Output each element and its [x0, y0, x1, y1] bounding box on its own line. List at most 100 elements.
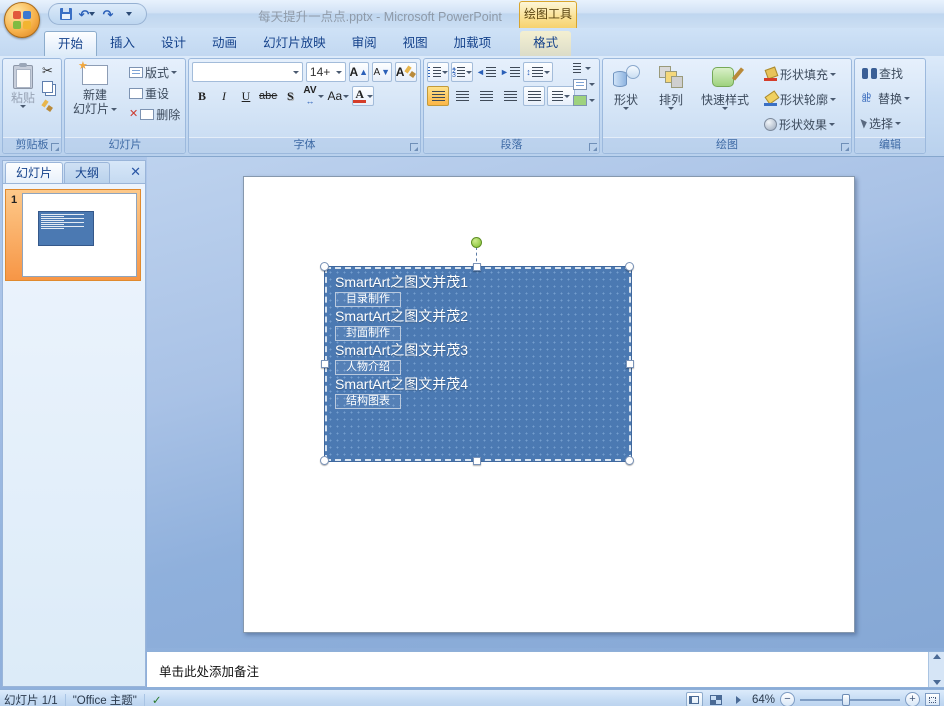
slideshow-button[interactable] [730, 692, 747, 706]
zoom-in-button[interactable]: + [905, 692, 920, 706]
tab-format[interactable]: 格式 [520, 31, 572, 56]
spellcheck-icon[interactable]: ✓ [152, 693, 162, 706]
find-button[interactable]: 查找 [858, 63, 922, 83]
replace-button[interactable]: ab ac 替换 [858, 88, 922, 108]
shape-outline-button[interactable]: 形状轮廓 [760, 89, 840, 109]
resize-handle-right[interactable] [626, 360, 634, 368]
increase-indent-button[interactable]: ► [499, 62, 521, 82]
smartart-line-sub[interactable]: 人物介绍 [335, 360, 401, 375]
zoom-slider[interactable] [800, 693, 900, 706]
resize-handle-left[interactable] [321, 360, 329, 368]
text-shadow-button[interactable]: S [280, 86, 300, 106]
tab-addins[interactable]: 加载项 [441, 31, 505, 56]
grow-font-button[interactable]: A ▲ [348, 62, 369, 82]
tab-insert[interactable]: 插入 [97, 31, 148, 56]
quick-styles-button[interactable]: 快速样式 [696, 62, 754, 137]
redo-button[interactable]: ↷ [99, 5, 117, 23]
shape-fill-button[interactable]: 形状填充 [760, 64, 840, 84]
delete-slide-button[interactable]: ✕ 删除 [125, 104, 184, 124]
tab-view[interactable]: 视图 [390, 31, 441, 56]
smartart-line-sub[interactable]: 目录制作 [335, 292, 401, 307]
smartart-line-sub[interactable]: 结构图表 [335, 394, 401, 409]
select-button[interactable]: 选择 [858, 113, 922, 133]
notes-panel[interactable]: 单击此处添加备注 [147, 651, 944, 688]
fit-to-window-button[interactable] [925, 693, 940, 706]
resize-handle-top-right[interactable] [625, 262, 634, 271]
new-slide-button[interactable]: 新建 幻灯片 [68, 59, 122, 137]
justify-button[interactable] [499, 86, 521, 106]
align-right-button[interactable] [475, 86, 497, 106]
tab-outline[interactable]: 大纲 [64, 162, 111, 183]
format-painter-icon[interactable] [42, 100, 54, 112]
underline-button[interactable]: U [236, 86, 256, 106]
smartart-line-title[interactable]: SmartArt之图文并茂3 [335, 342, 629, 359]
italic-button[interactable]: I [214, 86, 234, 106]
office-button[interactable] [4, 2, 40, 38]
copy-icon[interactable] [42, 81, 54, 93]
character-spacing-button[interactable]: AV ↔ [302, 86, 324, 106]
smartart-line-title[interactable]: SmartArt之图文并茂2 [335, 308, 629, 325]
resize-handle-bottom[interactable] [473, 457, 481, 465]
line-spacing-button[interactable]: ↕ [523, 62, 553, 82]
zoom-slider-thumb[interactable] [842, 693, 850, 706]
customize-qat-button[interactable] [120, 5, 138, 23]
reset-button[interactable]: 重设 [125, 83, 184, 103]
tab-review[interactable]: 审阅 [339, 31, 390, 56]
decrease-indent-button[interactable]: ◄ [475, 62, 497, 82]
align-left-button[interactable] [427, 86, 449, 106]
arrange-button[interactable]: 排列 [652, 62, 690, 137]
clipboard-dialog-launcher[interactable] [51, 143, 59, 151]
tab-slides-thumbnails[interactable]: 幻灯片 [5, 162, 64, 183]
smartart-line-sub[interactable]: 封面制作 [335, 326, 401, 341]
numbering-button[interactable]: 1 2 3 [451, 62, 473, 82]
rotate-handle[interactable] [471, 237, 482, 248]
tab-animations[interactable]: 动画 [199, 31, 250, 56]
undo-button[interactable]: ↶ [78, 5, 96, 23]
smartart-line-title[interactable]: SmartArt之图文并茂4 [335, 376, 629, 393]
font-name-combo[interactable] [192, 62, 303, 82]
shapes-button[interactable]: 形状 [606, 62, 646, 137]
paste-button[interactable]: 粘贴 [6, 62, 40, 137]
strikethrough-button[interactable]: abe [258, 86, 278, 106]
shrink-font-button[interactable]: A ▼ [371, 62, 392, 82]
scroll-up-icon[interactable] [932, 654, 941, 659]
align-center-button[interactable] [451, 86, 473, 106]
drawing-dialog-launcher[interactable] [841, 143, 849, 151]
zoom-level[interactable]: 64% [752, 694, 775, 706]
slide-sorter-button[interactable] [708, 692, 725, 706]
bold-button[interactable]: B [192, 86, 212, 106]
shape-effects-button[interactable]: 形状效果 [760, 114, 840, 134]
scroll-down-icon[interactable] [932, 680, 941, 685]
zoom-out-button[interactable]: − [780, 692, 795, 706]
distribute-button[interactable] [523, 86, 545, 106]
slide-thumbnail-selected[interactable]: 1 [5, 189, 141, 281]
align-text-button[interactable] [573, 79, 595, 90]
paragraph-dialog-launcher[interactable] [589, 143, 597, 151]
notes-scrollbar[interactable] [928, 652, 944, 687]
bullets-button[interactable] [427, 62, 449, 82]
smartart-textbox[interactable]: SmartArt之图文并茂1 目录制作 SmartArt之图文并茂2 封面制作 … [325, 267, 631, 461]
font-color-button[interactable]: A [352, 86, 375, 106]
font-size-combo[interactable]: 14+ [305, 62, 346, 82]
group-paragraph: 1 2 3 ◄ ► ↕ 段落 [423, 58, 600, 154]
new-slide-icon [78, 59, 108, 85]
resize-handle-top-left[interactable] [320, 262, 329, 271]
resize-handle-bottom-left[interactable] [320, 456, 329, 465]
resize-handle-bottom-right[interactable] [625, 456, 634, 465]
change-case-button[interactable]: Aa [327, 86, 351, 106]
smartart-line-title[interactable]: SmartArt之图文并茂1 [335, 274, 629, 291]
resize-handle-top[interactable] [473, 263, 481, 271]
save-button[interactable] [57, 5, 75, 23]
tab-slideshow[interactable]: 幻灯片放映 [250, 31, 339, 56]
normal-view-button[interactable] [685, 692, 703, 706]
columns-button[interactable] [547, 86, 575, 106]
tab-design[interactable]: 设计 [148, 31, 199, 56]
font-dialog-launcher[interactable] [410, 143, 418, 151]
layout-button[interactable]: 版式 [125, 62, 184, 82]
close-panel-button[interactable]: ✕ [130, 164, 141, 180]
convert-smartart-button[interactable] [573, 95, 595, 106]
tab-home[interactable]: 开始 [44, 31, 98, 56]
cut-icon[interactable]: ✂ [42, 64, 56, 77]
text-direction-button[interactable] [573, 63, 595, 74]
clear-formatting-button[interactable]: A [394, 62, 418, 82]
